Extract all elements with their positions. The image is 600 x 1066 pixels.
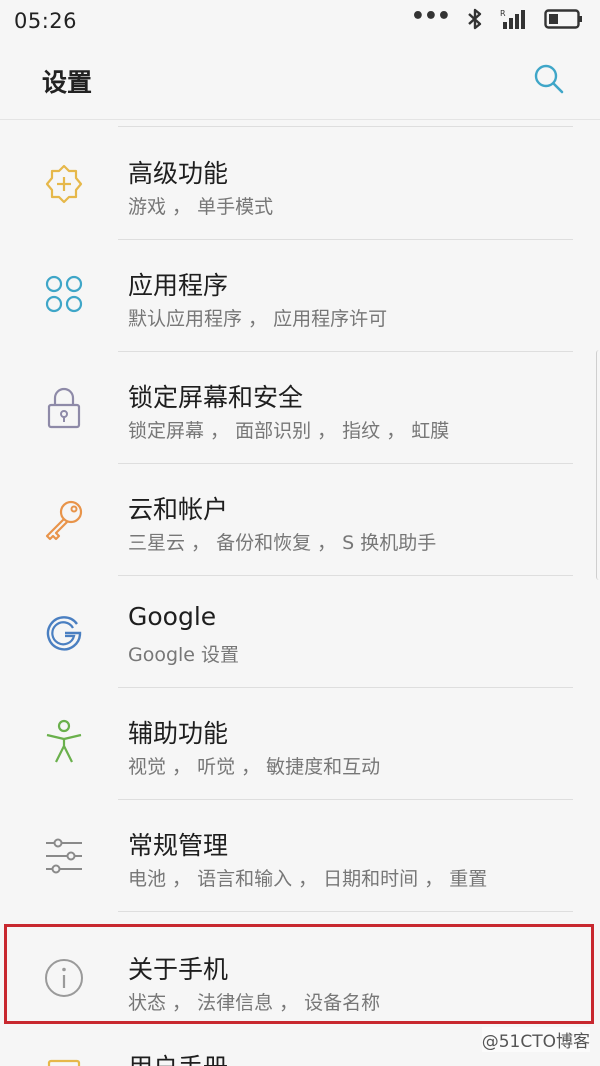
accessibility-icon <box>42 719 86 764</box>
settings-item-cloud-accounts[interactable]: 云和帐户 三星云 ， 备份和恢复 ， S 换机助手 <box>0 464 600 576</box>
settings-item-general-management[interactable]: 常规管理 电池 ， 语言和输入 ， 日期和时间 ， 重置 <box>0 800 600 912</box>
status-time: 05:26 <box>14 9 78 33</box>
scrollbar[interactable] <box>596 350 600 580</box>
more-notifications-icon: ••• <box>410 4 451 29</box>
item-title: 应用程序 <box>128 271 229 300</box>
battery-icon <box>544 7 584 35</box>
page-title: 设置 <box>42 67 93 97</box>
item-title: 云和帐户 <box>128 495 229 524</box>
app-bar: 设置 <box>0 42 600 120</box>
watermark: @51CTO博客 <box>481 1027 590 1052</box>
item-title: 辅助功能 <box>128 719 229 748</box>
highlight-box <box>4 924 594 1024</box>
item-title: 常规管理 <box>128 831 229 860</box>
status-icons: ••• R <box>410 4 584 35</box>
search-icon[interactable] <box>532 62 566 100</box>
settings-item-apps[interactable]: 应用程序 默认应用程序 ， 应用程序许可 <box>0 240 600 352</box>
signal-icon: R <box>500 7 530 35</box>
item-title: 用户手册 <box>128 1048 228 1066</box>
bluetooth-icon <box>464 7 486 35</box>
item-title: 锁定屏幕和安全 <box>128 383 304 412</box>
settings-item-lock-screen-security[interactable]: 锁定屏幕和安全 锁定屏幕 ， 面部识别 ， 指纹 ， 虹膜 <box>0 352 600 464</box>
google-icon <box>42 610 86 654</box>
item-subtitle: 三星云 ， 备份和恢复 ， S 换机助手 <box>128 532 437 554</box>
settings-item-accessibility[interactable]: 辅助功能 视觉 ， 听觉 ， 敏捷度和互动 <box>0 688 600 800</box>
sliders-icon <box>42 834 86 878</box>
settings-item-google[interactable]: Google Google 设置 <box>0 576 600 688</box>
item-title: 高级功能 <box>128 159 229 188</box>
divider <box>118 126 573 127</box>
item-title: Google <box>128 602 217 631</box>
manual-icon <box>42 1058 86 1066</box>
key-icon <box>42 498 86 542</box>
item-subtitle: 默认应用程序 ， 应用程序许可 <box>128 308 388 330</box>
item-subtitle: 游戏 ， 单手模式 <box>128 196 274 218</box>
item-subtitle: 锁定屏幕 ， 面部识别 ， 指纹 ， 虹膜 <box>128 420 450 442</box>
status-bar: 05:26 ••• R <box>0 0 600 42</box>
advanced-features-icon <box>42 162 86 206</box>
item-subtitle: Google 设置 <box>128 644 240 666</box>
item-subtitle: 电池 ， 语言和输入 ， 日期和时间 ， 重置 <box>128 868 488 890</box>
lock-icon <box>42 386 86 430</box>
settings-item-advanced-features[interactable]: 高级功能 游戏 ， 单手模式 <box>0 128 600 240</box>
apps-icon <box>42 272 86 316</box>
item-subtitle: 视觉 ， 听觉 ， 敏捷度和互动 <box>128 756 381 778</box>
svg-text:R: R <box>500 9 506 18</box>
